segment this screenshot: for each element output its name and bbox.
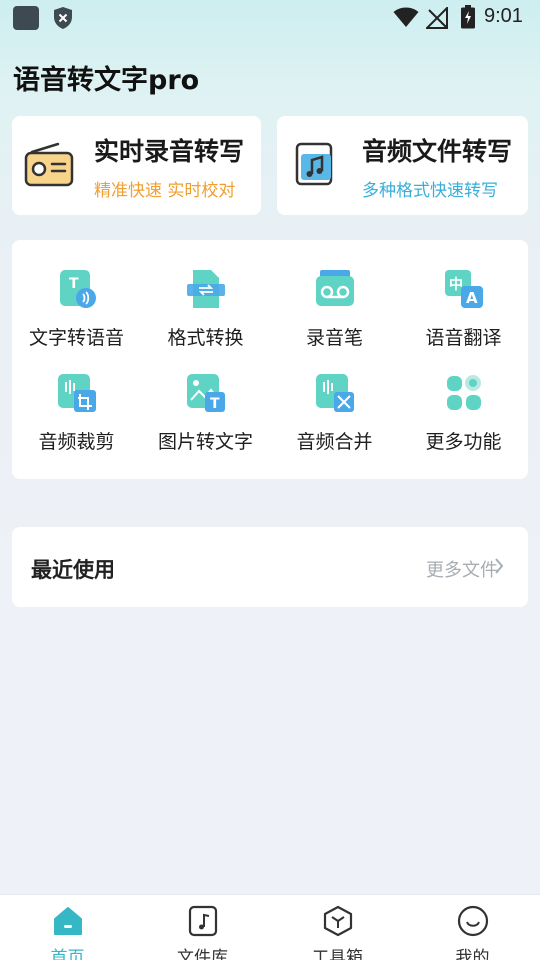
status-time: 9:01 xyxy=(484,5,523,27)
radio-icon xyxy=(24,142,74,187)
bottom-tab-bar: 首页 文件库 工具箱 我的 xyxy=(0,894,540,960)
wifi-icon xyxy=(393,7,419,27)
tool-more-features[interactable]: 更多功能 xyxy=(399,240,528,453)
chevron-right-icon[interactable] xyxy=(494,557,504,575)
image-to-text-icon: T xyxy=(187,374,225,412)
status-bar: 9:01 xyxy=(0,0,540,36)
card-subtitle: 精准快速 实时校对 xyxy=(94,181,236,201)
page-title: 语音转文字pro xyxy=(13,65,200,96)
realtime-transcribe-card[interactable]: 实时录音转写 精准快速 实时校对 xyxy=(12,116,261,215)
tab-label: 首页 xyxy=(50,948,85,960)
tab-toolbox[interactable]: 工具箱 xyxy=(270,895,405,960)
card-subtitle: 多种格式快速转写 xyxy=(362,181,498,201)
card-title: 实时录音转写 xyxy=(94,137,245,166)
recent-title: 最近使用 xyxy=(31,558,115,582)
tool-image-to-text[interactable]: T 图片转文字 xyxy=(141,240,270,453)
app-notification-icon xyxy=(13,6,39,30)
tab-profile[interactable]: 我的 xyxy=(405,895,540,960)
tool-label: 音频合并 xyxy=(296,431,373,453)
tool-audio-merge[interactable]: 音频合并 xyxy=(270,240,399,453)
audio-crop-icon xyxy=(58,374,96,412)
more-files-link[interactable]: 更多文件 xyxy=(426,556,498,582)
tab-label: 工具箱 xyxy=(312,948,363,960)
home-icon xyxy=(54,907,82,935)
more-features-icon xyxy=(447,375,481,410)
tab-label: 文件库 xyxy=(177,948,228,960)
tool-audio-crop[interactable]: 音频裁剪 xyxy=(12,240,141,453)
tab-file-library[interactable]: 文件库 xyxy=(135,895,270,960)
file-library-icon xyxy=(188,905,218,937)
toolbox-icon xyxy=(323,905,353,937)
tool-label: 更多功能 xyxy=(425,431,502,453)
signal-icon xyxy=(426,7,448,29)
svg-text:T: T xyxy=(210,396,220,412)
recent-usage-section: 最近使用 更多文件 xyxy=(12,527,528,607)
audio-merge-icon xyxy=(316,374,354,412)
tab-home[interactable]: 首页 xyxy=(0,895,135,960)
tool-label: 图片转文字 xyxy=(157,431,253,453)
shield-icon xyxy=(54,7,72,29)
tools-grid: T 文字转语音 格式转换 录音笔 中 A 语音翻译 音频裁剪 T 图片转文字 音… xyxy=(12,240,528,479)
music-file-icon xyxy=(295,142,333,186)
profile-icon xyxy=(457,905,489,937)
tab-label: 我的 xyxy=(455,948,490,960)
card-title: 音频文件转写 xyxy=(362,137,513,166)
tool-label: 音频裁剪 xyxy=(38,431,115,453)
battery-icon xyxy=(461,5,475,29)
audio-file-transcribe-card[interactable]: 音频文件转写 多种格式快速转写 xyxy=(277,116,528,215)
